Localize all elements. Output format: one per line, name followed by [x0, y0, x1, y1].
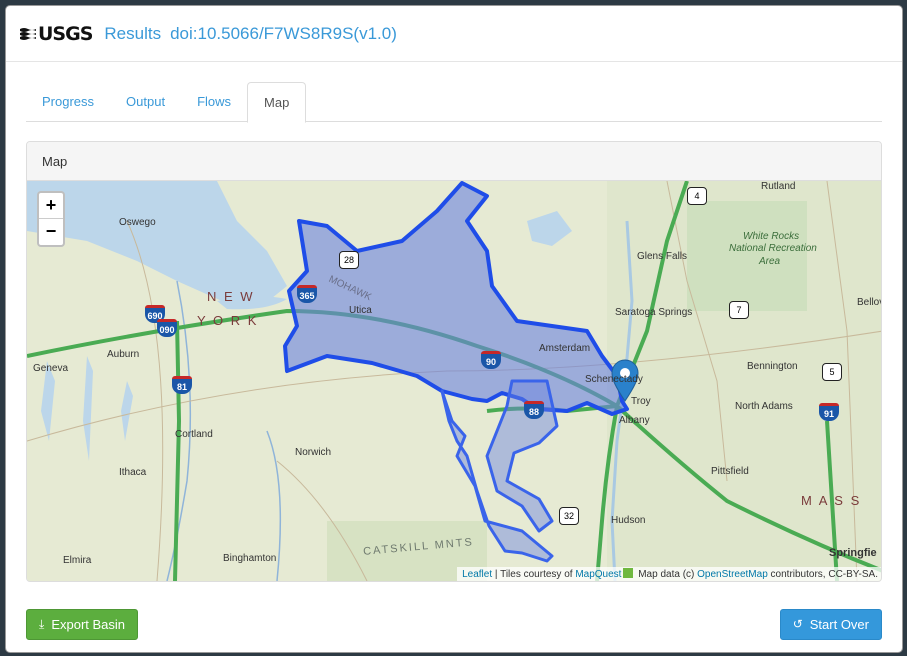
export-basin-label: Export Basin [51, 616, 126, 632]
label-bellows: Bellov [857, 297, 882, 308]
label-glens-falls: Glens Falls [637, 251, 688, 262]
shield-s28: 28 [339, 251, 359, 269]
label-cortland: Cortland [175, 429, 213, 440]
export-basin-button[interactable]: ⤓ Export Basin [26, 608, 139, 640]
map-attribution: Leaflet | Tiles courtesy of MapQuest Map… [457, 567, 881, 581]
modal-body: Progress Output Flows Map Map Oswego N E… [6, 62, 902, 582]
label-area: Area [759, 256, 781, 267]
shield-i090: 090 [157, 319, 177, 337]
label-rutland: Rutland [761, 181, 796, 192]
basin-map[interactable]: Oswego N E W Y O R K MOHAWK Utica Auburn… [27, 181, 882, 581]
label-geneva: Geneva [33, 363, 69, 374]
tab-bar: Progress Output Flows Map [26, 82, 882, 123]
mapquest-link[interactable]: MapQuest [575, 569, 621, 580]
start-over-label: Start Over [809, 616, 869, 632]
label-troy: Troy [631, 396, 651, 407]
tiles-prefix: | Tiles courtesy of [492, 569, 576, 580]
map-panel: Map Oswego N E W Y O R K MOHAWK Utica Au… [26, 141, 882, 582]
label-springfield: Springfie [829, 547, 877, 559]
label-hudson: Hudson [611, 515, 646, 526]
label-bennington: Bennington [747, 361, 798, 372]
label-mass: M A S S [801, 493, 862, 508]
zoom-control: + − [37, 191, 65, 247]
results-modal: USGS Results doi:10.5066/F7WS8R9S(v1.0) P… [5, 5, 903, 653]
label-national-rec: National Recreation [729, 243, 817, 254]
logo-text: USGS [38, 22, 93, 45]
shield-us5: 5 [822, 363, 842, 381]
data-prefix: Map data (c) [635, 569, 698, 580]
label-white-rocks: White Rocks [743, 231, 800, 242]
doi-label: doi:10.5066/F7WS8R9S(v1.0) [170, 23, 397, 43]
tab-progress[interactable]: Progress [26, 82, 110, 121]
label-elmira: Elmira [63, 555, 92, 566]
label-new: N E W [207, 289, 255, 304]
shield-i88: 88 [524, 401, 544, 419]
label-utica: Utica [349, 305, 372, 316]
modal-footer: ⤓ Export Basin ↺ Start Over [6, 596, 902, 652]
usgs-wave-icon [20, 27, 36, 40]
shield-i81: 81 [172, 376, 192, 394]
modal-title: Results doi:10.5066/F7WS8R9S(v1.0) [104, 24, 405, 44]
label-albany: Albany [619, 415, 650, 426]
shield-s32: 32 [559, 507, 579, 525]
shield-i91: 91 [819, 403, 839, 421]
tab-flows[interactable]: Flows [181, 82, 247, 121]
label-saratoga: Saratoga Springs [615, 307, 693, 318]
zoom-out-button[interactable]: − [39, 219, 63, 245]
zoom-in-button[interactable]: + [39, 193, 63, 219]
label-binghamton: Binghamton [223, 553, 277, 564]
label-schenectady: Schenectady [585, 374, 643, 385]
label-pittsfield: Pittsfield [711, 466, 749, 477]
map-panel-heading: Map [27, 142, 881, 181]
label-norwich: Norwich [295, 447, 332, 458]
tab-map[interactable]: Map [247, 82, 307, 123]
modal-header: USGS Results doi:10.5066/F7WS8R9S(v1.0) [6, 6, 902, 62]
shield-i365: 365 [297, 285, 317, 303]
label-amsterdam: Amsterdam [539, 343, 591, 354]
osm-link[interactable]: OpenStreetMap [697, 569, 768, 580]
tab-output[interactable]: Output [110, 82, 181, 121]
label-ithaca: Ithaca [119, 467, 147, 478]
results-label: Results [104, 23, 162, 43]
label-north-adams: North Adams [735, 401, 793, 412]
start-over-button[interactable]: ↺ Start Over [779, 608, 882, 640]
attrib-suffix: contributors, CC-BY-SA. [767, 569, 878, 580]
label-york: Y O R K [197, 313, 259, 328]
label-auburn: Auburn [107, 349, 140, 360]
leaflet-link[interactable]: Leaflet [462, 569, 492, 580]
shield-us7: 7 [729, 301, 749, 319]
label-oswego: Oswego [119, 217, 156, 228]
usgs-logo: USGS [20, 22, 93, 45]
mapquest-icon [623, 568, 634, 578]
shield-us4: 4 [687, 187, 707, 205]
shield-i90: 90 [481, 351, 501, 369]
download-icon: ⤓ [39, 616, 45, 631]
undo-icon: ↺ [792, 616, 803, 631]
